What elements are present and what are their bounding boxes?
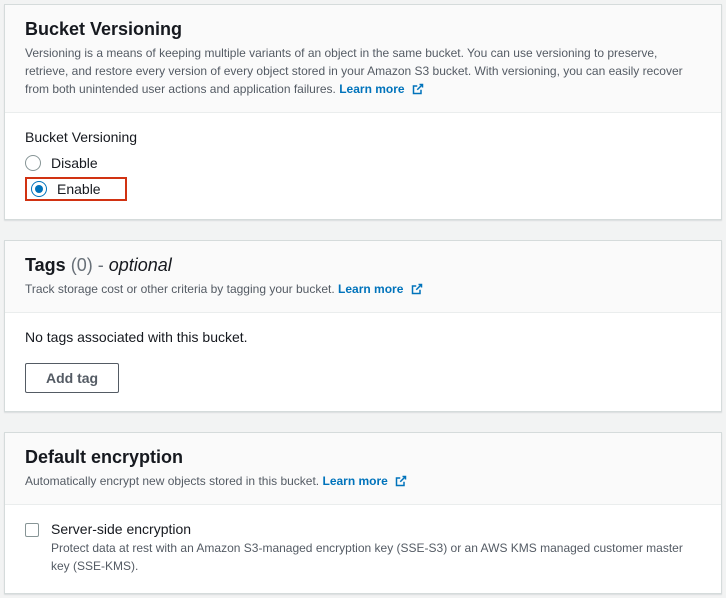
encryption-title: Default encryption [25,447,701,468]
sse-title: Server-side encryption [51,521,701,537]
radio-label-enable: Enable [57,181,101,197]
tags-count: (0) [71,255,93,275]
versioning-learn-more-link[interactable]: Learn more [339,82,424,96]
radio-icon [25,155,41,171]
versioning-description: Versioning is a means of keeping multipl… [25,44,701,100]
tags-desc-text: Track storage cost or other criteria by … [25,282,335,296]
checkbox-icon [25,523,39,537]
versioning-title: Bucket Versioning [25,19,701,40]
radio-icon [31,181,47,197]
panel-header: Tags (0) - optional Track storage cost o… [5,241,721,313]
panel-body: Server-side encryption Protect data at r… [5,505,721,593]
radio-label-disable: Disable [51,155,98,171]
tags-dash: - [98,255,104,275]
learn-more-text: Learn more [322,474,387,488]
add-tag-button[interactable]: Add tag [25,363,119,393]
tags-panel: Tags (0) - optional Track storage cost o… [4,240,722,412]
tags-title: Tags [25,255,66,275]
sse-checkbox-row[interactable]: Server-side encryption Protect data at r… [25,521,701,575]
learn-more-text: Learn more [339,82,404,96]
tags-optional: optional [109,255,172,275]
encryption-panel: Default encryption Automatically encrypt… [4,432,722,594]
panel-body: No tags associated with this bucket. Add… [5,313,721,411]
versioning-field-label: Bucket Versioning [25,129,701,145]
bucket-versioning-panel: Bucket Versioning Versioning is a means … [4,4,722,220]
panel-header: Default encryption Automatically encrypt… [5,433,721,505]
versioning-disable-radio[interactable]: Disable [25,151,701,175]
learn-more-text: Learn more [338,282,403,296]
panel-header: Bucket Versioning Versioning is a means … [5,5,721,113]
panel-body: Bucket Versioning Disable Enable [5,113,721,219]
tags-description: Track storage cost or other criteria by … [25,280,701,300]
enable-highlight: Enable [25,177,127,201]
tags-title-row: Tags (0) - optional [25,255,701,276]
versioning-enable-radio[interactable]: Enable [31,181,101,197]
external-link-icon [411,282,423,300]
tags-learn-more-link[interactable]: Learn more [338,282,423,296]
external-link-icon [412,82,424,100]
sse-description: Protect data at rest with an Amazon S3-m… [51,539,701,575]
tags-empty-message: No tags associated with this bucket. [25,329,701,345]
checkbox-content: Server-side encryption Protect data at r… [51,521,701,575]
encryption-desc-text: Automatically encrypt new objects stored… [25,474,319,488]
encryption-description: Automatically encrypt new objects stored… [25,472,701,492]
encryption-learn-more-link[interactable]: Learn more [322,474,407,488]
external-link-icon [395,474,407,492]
